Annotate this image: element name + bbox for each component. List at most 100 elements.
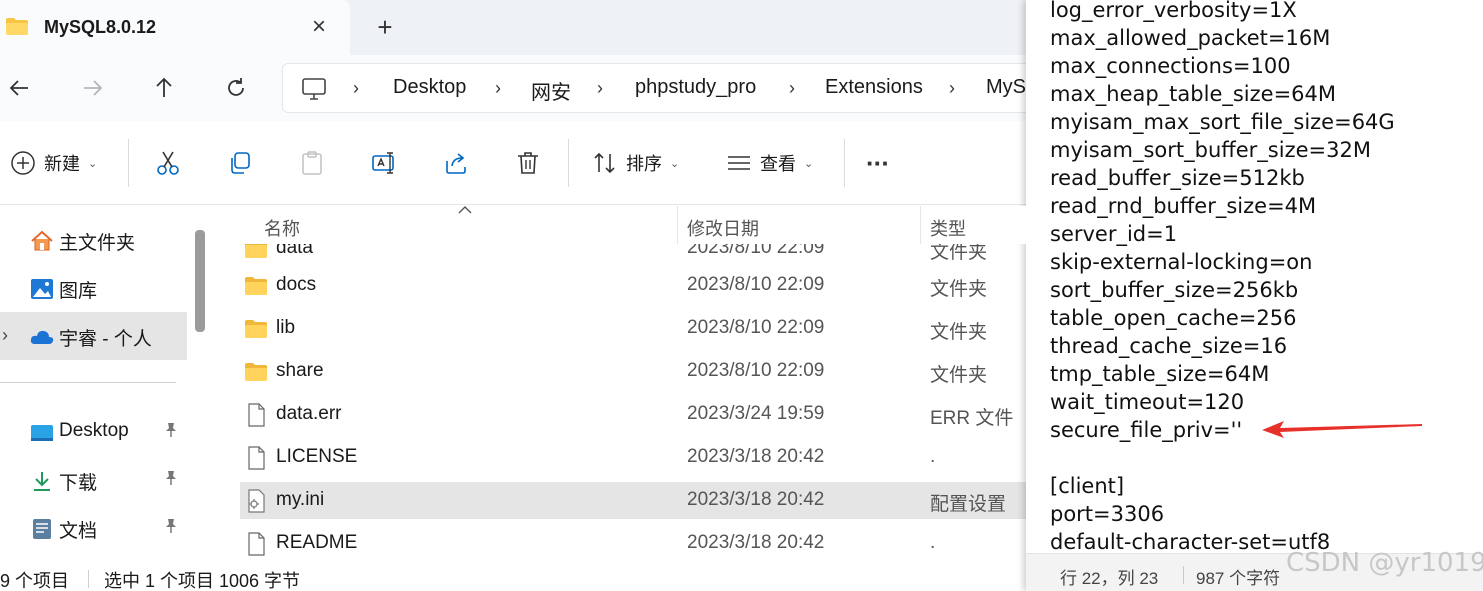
new-tab-button[interactable]: +: [370, 12, 400, 42]
sidebar-item-downloads[interactable]: 下载: [0, 456, 187, 504]
column-header-modified[interactable]: 修改日期: [687, 215, 759, 241]
table-row[interactable]: share 2023/8/10 22:09 文件夹: [240, 353, 1026, 390]
breadcrumb-extensions[interactable]: Extensions: [825, 76, 923, 99]
chevron-down-icon: ⌄: [88, 157, 98, 170]
table-row[interactable]: lib 2023/8/10 22:09 文件夹: [240, 310, 1026, 347]
text-line: log_error_verbosity=1X: [1050, 0, 1297, 22]
table-row[interactable]: data.err 2023/3/24 19:59 ERR 文件: [240, 396, 1026, 433]
table-row[interactable]: LICENSE 2023/3/18 20:42.: [240, 439, 1026, 476]
table-row[interactable]: my.ini 2023/3/18 20:42 配置设置: [240, 482, 1026, 519]
text-line: [client]: [1050, 474, 1125, 498]
sort-button[interactable]: 排序 ⌄: [592, 143, 679, 183]
file-type: 配置设置: [930, 494, 1007, 515]
cut-button[interactable]: [154, 143, 182, 183]
new-button[interactable]: 新建 ⌄: [10, 143, 97, 183]
file-modified: 2023/8/10 22:09: [687, 317, 825, 338]
character-count: 987 个字符: [1196, 569, 1281, 588]
pin-icon[interactable]: [164, 422, 178, 443]
refresh-button[interactable]: [216, 68, 256, 108]
folder-icon: [245, 320, 267, 338]
share-button[interactable]: [442, 143, 470, 183]
breadcrumb-wangan[interactable]: 网安: [531, 76, 571, 105]
watermark: CSDN @yr1019: [1286, 548, 1483, 578]
address-bar[interactable]: › Desktop › 网安 › phpstudy_pro › Extensio…: [282, 63, 1026, 113]
column-header-name[interactable]: 名称: [264, 215, 300, 241]
paste-button[interactable]: [298, 143, 326, 183]
sidebar-scrollbar[interactable]: [195, 230, 205, 332]
more-options-button[interactable]: ···: [866, 143, 890, 183]
sidebar-item-documents[interactable]: 文档: [0, 504, 187, 552]
sort-label: 排序: [626, 154, 662, 174]
status-divider: [88, 570, 89, 588]
text-line: table_open_cache=256: [1050, 306, 1297, 330]
text-line: skip-external-locking=on: [1050, 250, 1313, 274]
file-icon: [248, 403, 265, 427]
sidebar-item-onedrive[interactable]: › 宇睿 - 个人: [0, 312, 187, 360]
sidebar-divider: [0, 382, 176, 383]
copy-icon: [231, 152, 250, 174]
rename-button[interactable]: [370, 143, 398, 183]
forward-button[interactable]: [72, 68, 112, 108]
onedrive-icon: [30, 330, 54, 344]
sidebar-item-desktop[interactable]: Desktop: [0, 408, 187, 456]
refresh-icon: [228, 78, 244, 96]
table-row[interactable]: docs 2023/8/10 22:09 文件夹: [240, 267, 1026, 304]
status-bar: 9 个项目 选中 1 个项目 1006 字节: [0, 564, 1026, 591]
file-type: .: [930, 446, 936, 467]
table-row[interactable]: README 2023/3/18 20:42.: [240, 525, 1026, 562]
more-icon: ···: [866, 147, 890, 178]
delete-button[interactable]: [514, 143, 542, 183]
download-icon: [34, 472, 50, 491]
folder-icon: [245, 363, 267, 381]
file-modified: 2023/3/18 20:42: [687, 446, 825, 467]
chevron-down-icon: ⌄: [804, 157, 814, 170]
file-list: 名称 修改日期 类型 data 2023/8/10 22:09 文件夹 docs 202…: [216, 206, 1026, 564]
file-modified: 2023/3/18 20:42: [687, 532, 825, 553]
text-line: myisam_sort_buffer_size=32M: [1050, 138, 1371, 162]
text-line: wait_timeout=120: [1050, 390, 1245, 414]
file-modified: 2023/3/24 19:59: [687, 403, 825, 424]
file-name: lib: [276, 317, 296, 338]
text-line: thread_cache_size=16: [1050, 334, 1288, 358]
breadcrumb-separator: ›: [353, 78, 359, 98]
up-button[interactable]: [144, 68, 184, 108]
view-button[interactable]: 查看 ⌄: [726, 143, 813, 183]
sidebar-item-gallery[interactable]: 图库: [0, 264, 187, 312]
text-editor[interactable]: log_error_verbosity=1X max_allowed_packet…: [1050, 0, 1395, 556]
breadcrumb-phpstudy[interactable]: phpstudy_pro: [635, 76, 756, 99]
copy-button[interactable]: [226, 143, 254, 183]
sidebar-item-label: Desktop: [59, 420, 129, 441]
arrow-left-icon: [9, 80, 28, 96]
text-line: max_heap_table_size=64M: [1050, 82, 1337, 106]
column-divider[interactable]: [920, 206, 921, 244]
pin-icon[interactable]: [164, 470, 178, 491]
breadcrumb-desktop[interactable]: Desktop: [393, 76, 466, 99]
back-button[interactable]: [0, 68, 40, 108]
file-name: docs: [276, 274, 317, 295]
text-line: port=3306: [1050, 502, 1165, 526]
folder-icon: [245, 277, 267, 295]
tab-mysql[interactable]: MySQL8.0.12 ×: [0, 0, 350, 55]
file-type: ERR 文件: [930, 408, 1014, 429]
text-line: [1050, 444, 1395, 472]
sidebar-item-label: 主文件夹: [59, 233, 136, 254]
file-type: 文件夹: [930, 365, 988, 386]
file-type: 文件夹: [930, 322, 988, 343]
list-view-icon: [728, 156, 750, 170]
cursor-position: 行 22，列 23: [1060, 569, 1159, 588]
breadcrumb-mysql[interactable]: MyS: [986, 76, 1026, 99]
pin-icon[interactable]: [164, 518, 178, 539]
selection-info: 选中 1 个项目 1006 字节: [104, 571, 301, 591]
text-line: max_allowed_packet=16M: [1050, 26, 1331, 50]
column-header-type[interactable]: 类型: [930, 215, 966, 241]
close-icon[interactable]: ×: [306, 12, 332, 42]
breadcrumb-separator: ›: [597, 78, 603, 98]
file-icon: [248, 532, 265, 556]
column-divider[interactable]: [677, 206, 678, 244]
documents-icon: [33, 519, 51, 539]
file-icon: [248, 446, 265, 470]
sidebar-item-home[interactable]: 主文件夹: [0, 216, 187, 264]
computer-icon: [302, 78, 326, 100]
chevron-right-icon[interactable]: ›: [2, 325, 8, 346]
column-header: 名称 修改日期 类型: [216, 206, 1026, 244]
